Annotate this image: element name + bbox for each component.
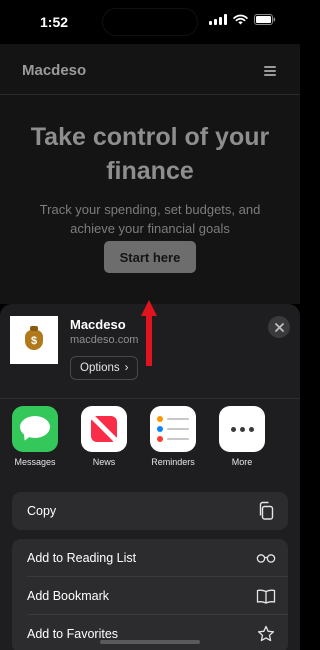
money-bag-icon: $	[25, 326, 43, 350]
glasses-icon	[256, 548, 276, 568]
wifi-icon	[233, 14, 248, 25]
share-app-label: More	[231, 457, 253, 467]
share-app-messages[interactable]: Messages	[6, 406, 64, 467]
battery-icon	[254, 14, 276, 25]
home-indicator	[100, 640, 200, 644]
share-title: Macdeso	[70, 317, 126, 332]
header-divider	[0, 94, 300, 95]
share-app-label: News	[92, 457, 116, 467]
action-label: Copy	[27, 504, 57, 518]
site-logo[interactable]: Macdeso	[22, 62, 86, 79]
annotation-arrow-icon	[141, 300, 157, 366]
action-add-bookmark[interactable]: Add Bookmark	[12, 577, 288, 615]
hero-title: Take control of your finance	[30, 123, 270, 185]
status-time: 1:52	[40, 14, 69, 30]
chevron-right-icon: ›	[124, 362, 129, 374]
hero-subtitle: Track your spending, set budgets, and ac…	[39, 202, 261, 236]
book-icon	[256, 586, 276, 606]
share-apps-row: Messages News Reminders More	[0, 406, 300, 472]
cellular-signal-icon	[209, 14, 227, 25]
share-app-more[interactable]: More	[213, 406, 271, 467]
close-button[interactable]	[268, 316, 290, 338]
star-icon	[256, 624, 276, 644]
web-page: Macdeso Take control of your finance Tra…	[0, 44, 300, 304]
more-icon	[219, 406, 265, 452]
messages-icon	[12, 406, 58, 452]
sheet-divider	[0, 398, 300, 399]
share-url: macdeso.com	[70, 334, 139, 346]
site-thumbnail: $	[10, 316, 58, 364]
action-label: Add Bookmark	[27, 589, 109, 603]
action-add-favorites[interactable]: Add to Favorites	[12, 615, 288, 650]
share-app-reminders[interactable]: Reminders	[144, 406, 202, 467]
bookmark-group: Add to Reading List Add Bookmark Add to …	[12, 539, 288, 650]
dynamic-island	[102, 8, 198, 36]
action-reading-list[interactable]: Add to Reading List	[12, 539, 288, 577]
share-app-news[interactable]: News	[75, 406, 133, 467]
share-app-label: Messages	[14, 457, 56, 467]
reminders-icon	[150, 406, 196, 452]
copy-group: Copy	[12, 492, 288, 530]
action-label: Add to Reading List	[27, 551, 137, 565]
action-copy[interactable]: Copy	[12, 492, 288, 530]
copy-icon	[256, 501, 276, 521]
start-here-button[interactable]: Start here	[104, 241, 196, 273]
news-icon	[81, 406, 127, 452]
options-button[interactable]: Options ›	[70, 356, 139, 380]
close-icon	[274, 322, 284, 332]
status-bar: 1:52	[0, 0, 300, 44]
action-label: Add to Favorites	[27, 627, 119, 641]
menu-icon[interactable]	[264, 66, 276, 76]
options-label: Options	[80, 362, 120, 374]
share-app-label: Reminders	[151, 457, 195, 467]
status-icons	[209, 14, 276, 25]
